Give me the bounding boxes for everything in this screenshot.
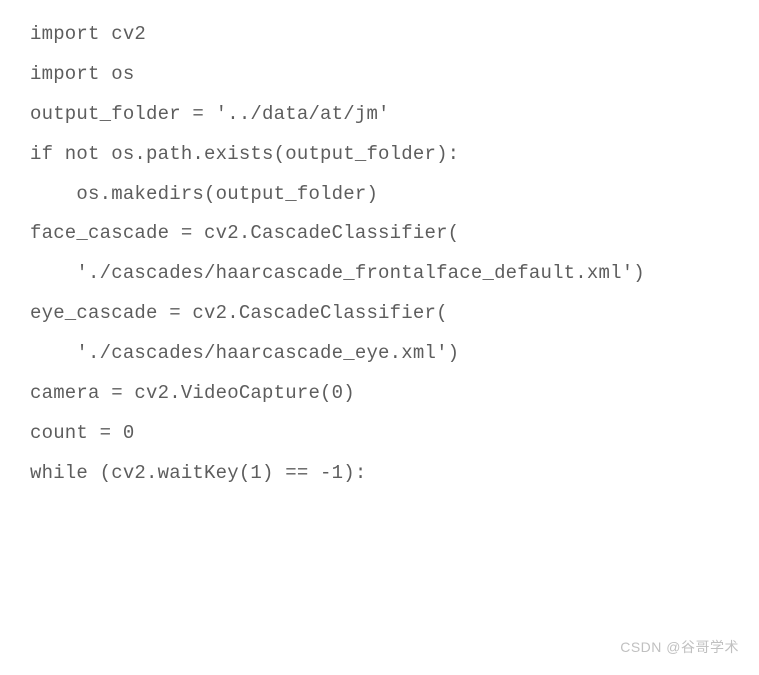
code-line: import cv2 (30, 15, 729, 55)
code-line: camera = cv2.VideoCapture(0) (30, 374, 729, 414)
code-line: face_cascade = cv2.CascadeClassifier( (30, 214, 729, 254)
code-line: if not os.path.exists(output_folder): (30, 135, 729, 175)
watermark-text: CSDN @谷哥学术 (620, 637, 739, 657)
code-line: os.makedirs(output_folder) (30, 175, 729, 215)
code-line: output_folder = '../data/at/jm' (30, 95, 729, 135)
code-line: './cascades/haarcascade_eye.xml') (30, 334, 729, 374)
code-line: './cascades/haarcascade_frontalface_defa… (30, 254, 729, 294)
code-line: eye_cascade = cv2.CascadeClassifier( (30, 294, 729, 334)
code-block: import cv2 import os output_folder = '..… (0, 0, 759, 509)
code-line: count = 0 (30, 414, 729, 454)
code-line: while (cv2.waitKey(1) == -1): (30, 454, 729, 494)
code-line: import os (30, 55, 729, 95)
